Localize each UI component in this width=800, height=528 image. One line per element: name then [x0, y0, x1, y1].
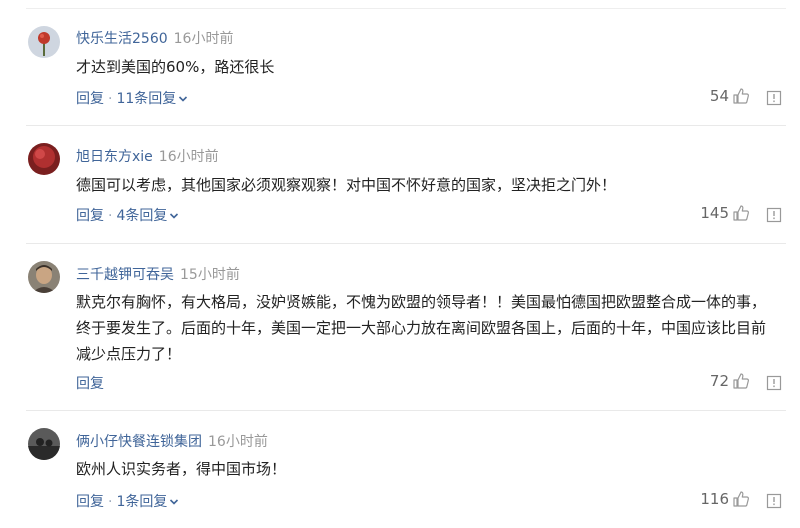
like-count: 72 [709, 372, 729, 390]
comment-header: 旭日东方xie 16小时前 [76, 146, 219, 166]
view-replies-button[interactable]: 4条回复 [116, 208, 179, 224]
avatar[interactable] [28, 26, 60, 58]
comment-text: 欧州人识实务者，得中国市场！ [76, 460, 287, 478]
username[interactable]: 旭日东方xie [76, 149, 153, 165]
chevron-down-icon [179, 96, 188, 102]
replies-count-label: 4条回复 [116, 208, 168, 224]
comment-time: 16小时前 [208, 434, 268, 450]
comment-text: 德国可以考虑，其他国家必须观察观察！对中国不怀好意的国家，坚决拒之门外！ [76, 176, 617, 194]
reply-button[interactable]: 回复 [76, 376, 104, 392]
comment-divider [26, 410, 786, 411]
reply-button[interactable]: 回复 [76, 208, 104, 224]
chevron-down-icon [170, 213, 179, 219]
reply-button[interactable]: 回复 [76, 494, 104, 510]
thumbs-up-icon [733, 491, 749, 507]
comment-text: 默克尔有胸怀，有大格局，没妒贤嫉能，不愧为欧盟的领导者！！美国最怕德国把欧盟整合… [76, 293, 767, 363]
thumbs-up-icon [733, 88, 749, 104]
like-button[interactable]: 54 [710, 87, 750, 105]
comment-divider [26, 125, 786, 126]
comment-header: 三千越钾可吞吴 15小时前 [76, 264, 240, 284]
comment-header: 快乐生活2560 16小时前 [76, 28, 233, 48]
comment-actions: 回复 · 1条回复 [76, 491, 179, 511]
username[interactable]: 俩小仔快餐连锁集团 [76, 434, 202, 450]
comment-actions: 回复 · 11条回复 [76, 88, 188, 108]
like-count: 116 [700, 490, 729, 508]
reply-button[interactable]: 回复 [76, 91, 104, 107]
username[interactable]: 快乐生活2560 [76, 31, 168, 47]
comment-header: 俩小仔快餐连锁集团 16小时前 [76, 431, 268, 451]
comment-text: 才达到美国的60%，路还很长 [76, 58, 275, 76]
separator-dot: · [108, 91, 113, 107]
username[interactable]: 三千越钾可吞吴 [76, 267, 174, 283]
avatar[interactable] [28, 261, 60, 293]
separator-dot: · [108, 494, 113, 510]
view-replies-button[interactable]: 1条回复 [116, 494, 179, 510]
replies-count-label: 11条回复 [116, 91, 177, 107]
report-icon[interactable] [766, 207, 782, 223]
report-icon[interactable] [766, 375, 782, 391]
avatar[interactable] [28, 428, 60, 460]
like-count: 54 [709, 87, 729, 105]
report-icon[interactable] [766, 493, 782, 509]
comment-time: 16小时前 [158, 149, 219, 165]
like-button[interactable]: 72 [710, 372, 750, 390]
replies-count-label: 1条回复 [116, 494, 168, 510]
comment-time: 15小时前 [180, 267, 240, 283]
like-count: 145 [700, 204, 729, 222]
comment-actions: 回复 [76, 373, 104, 393]
like-button[interactable]: 145 [700, 204, 750, 222]
view-replies-button[interactable]: 11条回复 [116, 91, 188, 107]
separator-dot: · [108, 208, 113, 224]
avatar[interactable] [28, 143, 60, 175]
top-divider [26, 8, 786, 9]
comment-divider [26, 243, 786, 244]
thumbs-up-icon [733, 373, 749, 389]
comment-actions: 回复 · 4条回复 [76, 205, 179, 225]
thumbs-up-icon [733, 205, 749, 221]
comment-time: 16小时前 [173, 31, 234, 47]
report-icon[interactable] [766, 90, 782, 106]
like-button[interactable]: 116 [700, 490, 750, 508]
chevron-down-icon [170, 499, 179, 505]
